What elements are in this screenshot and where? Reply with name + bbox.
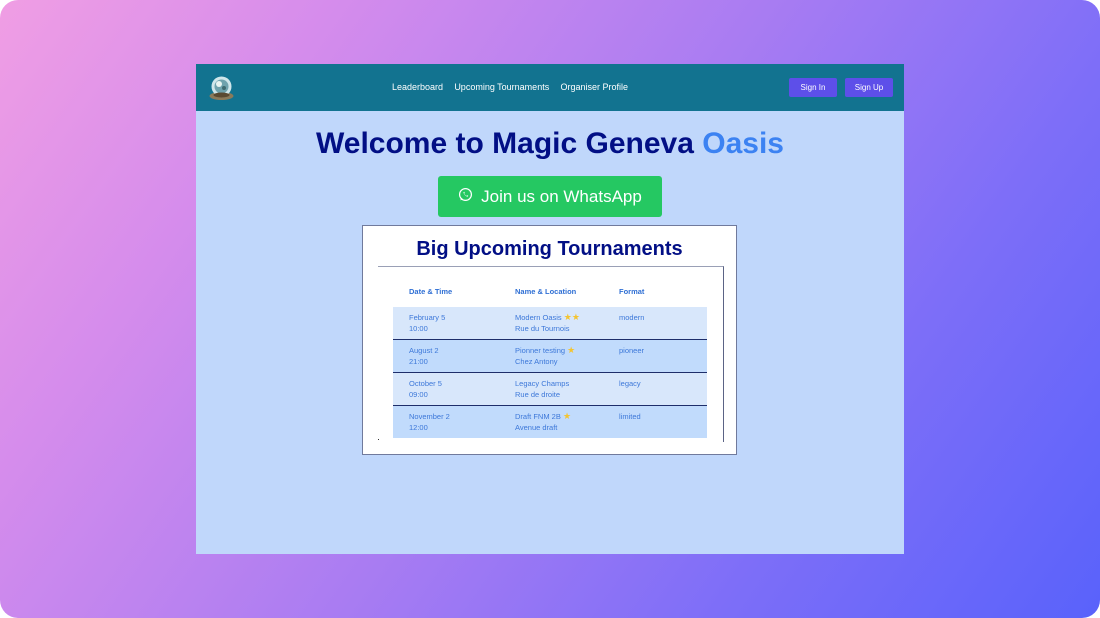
row-name: Legacy Champs <box>515 379 570 388</box>
nav-link-leaderboard[interactable]: Leaderboard <box>392 82 443 92</box>
row-name: Modern Oasis <box>515 313 562 322</box>
row-time: 10:00 <box>409 324 428 333</box>
nav-links: Leaderboard Upcoming Tournaments Organis… <box>392 82 628 92</box>
tournaments-heading: Big Upcoming Tournaments <box>416 238 683 260</box>
page-title: Welcome to Magic Geneva Oasis <box>196 127 904 161</box>
table-cell-name-location: Pionner testing ★ Chez Antony <box>499 339 603 373</box>
row-format: legacy <box>603 372 707 406</box>
background-frame: Leaderboard Upcoming Tournaments Organis… <box>0 0 1100 618</box>
table-row[interactable]: November 2 12:00 Draft FNM 2B ★ Avenue d… <box>393 405 707 438</box>
page-title-main: Welcome to Magic Geneva <box>316 127 694 160</box>
row-name: Pionner testing <box>515 346 566 355</box>
row-date: November 2 <box>409 412 450 421</box>
table-cell-date-time: October 5 09:00 <box>393 372 499 406</box>
row-format: modern <box>603 307 707 340</box>
tournaments-table-container: Date & Time Name & Location Format Febru… <box>378 266 724 442</box>
table-cell-date-time: August 2 21:00 <box>393 339 499 373</box>
tournaments-card: Big Upcoming Tournaments Date & Time Nam… <box>362 225 737 455</box>
navbar: Leaderboard Upcoming Tournaments Organis… <box>196 64 904 111</box>
row-date: February 5 <box>409 313 446 322</box>
row-name: Draft FNM 2B <box>515 412 561 421</box>
table-cell-date-time: November 2 12:00 <box>393 405 499 438</box>
row-time: 09:00 <box>409 390 428 399</box>
star-icon: ★ <box>562 411 572 421</box>
nav-link-organiser-profile[interactable]: Organiser Profile <box>560 82 628 92</box>
whatsapp-button-label: Join us on WhatsApp <box>481 186 642 206</box>
table-row[interactable]: August 2 21:00 Pionner testing ★ Chez An… <box>393 339 707 373</box>
row-location: Rue du Tournois <box>515 324 570 333</box>
row-format: limited <box>603 405 707 438</box>
row-time: 12:00 <box>409 423 428 432</box>
table-cell-name-location: Draft FNM 2B ★ Avenue draft <box>499 405 603 438</box>
tournaments-table: Date & Time Name & Location Format Febru… <box>393 281 707 438</box>
whatsapp-icon <box>458 187 473 207</box>
table-header-row: Date & Time Name & Location Format <box>393 281 707 307</box>
decorative-dot <box>378 439 379 440</box>
page-title-accent: Oasis <box>702 127 784 160</box>
row-date: October 5 <box>409 379 442 388</box>
table-row[interactable]: October 5 09:00 Legacy Champs Rue de dro… <box>393 372 707 406</box>
nav-link-upcoming-tournaments[interactable]: Upcoming Tournaments <box>454 82 549 92</box>
table-cell-date-time: February 5 10:00 <box>393 307 499 340</box>
table-cell-name-location: Legacy Champs Rue de droite <box>499 372 603 406</box>
column-header-format: Format <box>619 287 645 296</box>
whatsapp-button[interactable]: Join us on WhatsApp <box>438 176 662 217</box>
browser-window: Leaderboard Upcoming Tournaments Organis… <box>196 64 904 554</box>
sign-in-button[interactable]: Sign In <box>789 78 837 97</box>
row-location: Rue de droite <box>515 390 561 399</box>
row-location: Chez Antony <box>515 357 558 366</box>
crystal-ball-logo-icon[interactable] <box>208 74 235 101</box>
star-icon: ★★ <box>563 312 580 322</box>
row-location: Avenue draft <box>515 423 558 432</box>
table-cell-name-location: Modern Oasis ★★ Rue du Tournois <box>499 307 603 340</box>
row-format: pioneer <box>603 339 707 373</box>
table-row[interactable]: February 5 10:00 Modern Oasis ★★ Rue du … <box>393 307 707 340</box>
sign-up-button[interactable]: Sign Up <box>845 78 893 97</box>
star-icon: ★ <box>567 345 576 355</box>
row-date: August 2 <box>409 346 439 355</box>
column-header-date-time: Date & Time <box>409 287 453 296</box>
row-time: 21:00 <box>409 357 428 366</box>
column-header-name-location: Name & Location <box>515 287 577 296</box>
